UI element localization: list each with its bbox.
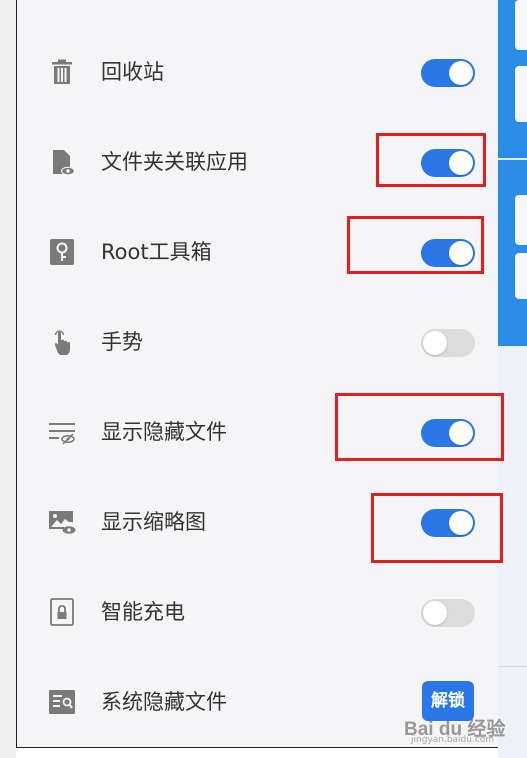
highlight-box [347,216,484,274]
settings-drawer: 回收站 文件夹关联应用 Root工具箱 手势 显示隐藏文件 显示缩略图 智能充电… [16,0,504,748]
smart-charge-toggle[interactable] [421,599,475,627]
settings-row-label: 回收站 [101,60,164,84]
settings-row-recycle-bin[interactable]: 回收站 [17,42,497,102]
trash-icon [47,57,77,87]
hidden-files-icon [47,417,77,447]
settings-row-gesture[interactable]: 手势 [17,312,497,372]
settings-row-label: 显示隐藏文件 [101,420,227,444]
settings-row-label: 显示缩略图 [101,510,206,534]
system-hidden-files-icon [47,687,77,717]
settings-row-label: 手势 [101,330,143,354]
gesture-toggle[interactable] [421,329,475,357]
settings-row-label: 智能充电 [101,600,185,624]
toggle-knob [423,601,447,625]
root-toolbox-icon [47,237,77,267]
settings-row-smart-charge[interactable]: 智能充电 [17,582,497,642]
thumbnail-icon [47,507,77,537]
gesture-hand-icon [47,327,77,357]
settings-row-label: Root工具箱 [101,240,212,264]
settings-row-label: 文件夹关联应用 [101,150,248,174]
background-card [515,195,527,245]
smart-charge-icon [47,597,77,627]
background-card [515,66,527,122]
background-content-peek [498,0,527,758]
recycle-bin-toggle[interactable] [421,59,475,87]
highlight-box [371,493,503,563]
highlight-box [376,133,486,187]
highlight-box [335,393,504,461]
toggle-knob [449,61,473,85]
background-card [515,253,527,299]
background-card [515,0,527,50]
settings-row-label: 系统隐藏文件 [101,690,227,714]
divider [498,666,527,667]
left-background [0,0,16,758]
folder-link-icon [47,147,77,177]
watermark-url: jingyan.baidu.com [411,735,495,745]
toggle-knob [423,331,447,355]
divider [498,158,527,160]
